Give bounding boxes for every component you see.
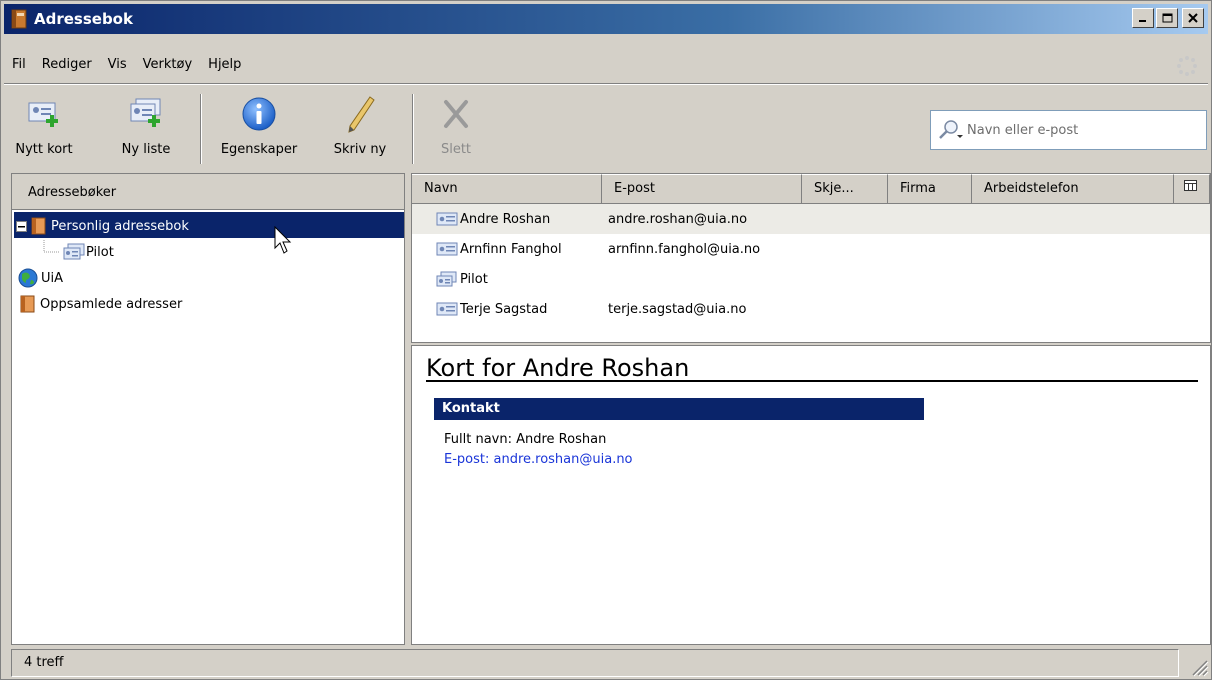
menu-help[interactable]: Hjelp xyxy=(200,57,249,72)
contact-card-icon xyxy=(436,212,458,226)
delete-label: Slett xyxy=(440,142,472,157)
tree-item-label: Oppsamlede adresser xyxy=(40,296,183,312)
new-card-button[interactable]: Nytt kort xyxy=(4,94,84,166)
title-bar[interactable]: Adressebok xyxy=(4,4,1208,34)
column-email[interactable]: E-post xyxy=(602,174,802,204)
status-text: 4 treff xyxy=(24,655,64,670)
maximize-button[interactable] xyxy=(1156,8,1178,28)
contact-card-view: Kort for Andre Roshan Kontakt Fullt navn… xyxy=(411,345,1211,645)
close-button[interactable] xyxy=(1182,8,1204,28)
column-screen-name[interactable]: Skje... xyxy=(802,174,888,204)
menu-edit[interactable]: Rediger xyxy=(34,57,100,72)
write-label: Skriv ny xyxy=(333,142,387,157)
new-card-label: Nytt kort xyxy=(15,142,73,157)
minimize-button[interactable] xyxy=(1132,8,1154,28)
address-book-window: Adressebok Fil Rediger Vis Verktøy Hjelp xyxy=(0,0,1212,680)
menu-file[interactable]: Fil xyxy=(4,57,34,72)
column-name[interactable]: Navn xyxy=(412,174,602,204)
tree-item-label: Personlig adressebok xyxy=(51,218,189,234)
card-section-header: Kontakt xyxy=(434,398,924,420)
pencil-icon xyxy=(348,96,375,133)
contact-card-icon xyxy=(436,302,458,316)
contact-list: Navn E-post Skje... Firma Arbeidstelefon xyxy=(411,173,1211,343)
mouse-cursor-icon xyxy=(274,226,292,254)
throbber-icon xyxy=(1177,56,1197,76)
column-picker-icon xyxy=(1184,180,1197,191)
column-picker[interactable] xyxy=(1174,174,1210,204)
globe-icon xyxy=(18,268,38,288)
properties-button[interactable]: Egenskaper xyxy=(210,94,308,166)
table-row[interactable]: Andre Roshan andre.roshan@uia.no xyxy=(412,204,1210,234)
toolbar-separator xyxy=(200,94,202,164)
address-book-icon xyxy=(31,217,46,235)
tree-item-personal[interactable]: Personlig adressebok xyxy=(16,214,189,238)
write-button[interactable]: Skriv ny xyxy=(322,94,398,166)
contact-name: Terje Sagstad xyxy=(460,301,548,317)
table-row[interactable]: Pilot xyxy=(412,264,1210,294)
resize-grip-icon[interactable] xyxy=(1187,655,1209,677)
new-list-label: Ny liste xyxy=(121,142,171,157)
new-list-icon xyxy=(130,98,161,127)
delete-button[interactable]: Slett xyxy=(426,94,486,166)
card-email-link[interactable]: E-post: andre.roshan@uia.no xyxy=(444,452,633,467)
mailing-list-icon xyxy=(436,271,457,287)
toolbar-separator xyxy=(412,94,414,164)
delete-icon xyxy=(444,100,468,128)
window-title: Adressebok xyxy=(34,10,133,28)
contact-name: Arnfinn Fanghol xyxy=(460,241,562,257)
maximize-icon xyxy=(1162,13,1172,23)
card-title: Kort for Andre Roshan xyxy=(426,354,1198,382)
new-card-icon xyxy=(28,102,58,127)
tree-item-pilot[interactable]: Pilot xyxy=(42,240,114,264)
tree-item-label: UiA xyxy=(41,270,64,286)
mailing-list-icon xyxy=(63,243,85,260)
table-row[interactable]: Arnfinn Fanghol arnfinn.fanghol@uia.no xyxy=(412,234,1210,264)
status-bar: 4 treff xyxy=(11,649,1179,677)
menu-view[interactable]: Vis xyxy=(100,57,135,72)
info-icon xyxy=(242,97,276,131)
minus-icon xyxy=(18,225,25,227)
menu-tools[interactable]: Verktøy xyxy=(135,57,201,72)
address-book-icon xyxy=(11,9,27,29)
address-book-icon xyxy=(20,295,35,313)
contact-email: andre.roshan@uia.no xyxy=(608,211,748,227)
new-list-button[interactable]: Ny liste xyxy=(108,94,184,166)
tree-item-label: Pilot xyxy=(86,244,114,260)
menu-bar: Fil Rediger Vis Verktøy Hjelp xyxy=(4,49,1208,79)
contact-email: terje.sagstad@uia.no xyxy=(608,301,747,317)
column-company[interactable]: Firma xyxy=(888,174,972,204)
contact-email: arnfinn.fanghol@uia.no xyxy=(608,241,761,257)
column-headers: Navn E-post Skje... Firma Arbeidstelefon xyxy=(412,174,1210,204)
contact-name: Andre Roshan xyxy=(460,211,551,227)
card-full-name: Fullt navn: Andre Roshan xyxy=(444,432,607,447)
address-books-header: Adressebøker xyxy=(12,174,404,210)
tree-item-uia[interactable]: UiA xyxy=(18,266,63,290)
menu-separator xyxy=(4,83,1208,85)
search-icon xyxy=(939,120,963,139)
contact-name: Pilot xyxy=(460,271,488,287)
table-row[interactable]: Terje Sagstad terje.sagstad@uia.no xyxy=(412,294,1210,324)
close-icon xyxy=(1188,13,1198,23)
search-box[interactable] xyxy=(930,110,1207,150)
toolbar: Nytt kort Ny liste Egenskaper Skriv ny S… xyxy=(4,88,1208,170)
minimize-icon xyxy=(1139,20,1146,22)
address-books-pane: Adressebøker Personlig adressebok Pilot … xyxy=(11,173,405,645)
tree-item-collected[interactable]: Oppsamlede adresser xyxy=(20,292,182,316)
properties-label: Egenskaper xyxy=(220,142,298,157)
contact-card-icon xyxy=(436,242,458,256)
search-input[interactable] xyxy=(965,121,1195,139)
column-work-phone[interactable]: Arbeidstelefon xyxy=(972,174,1174,204)
tree-connector xyxy=(43,240,60,253)
collapse-toggle[interactable] xyxy=(16,220,27,232)
